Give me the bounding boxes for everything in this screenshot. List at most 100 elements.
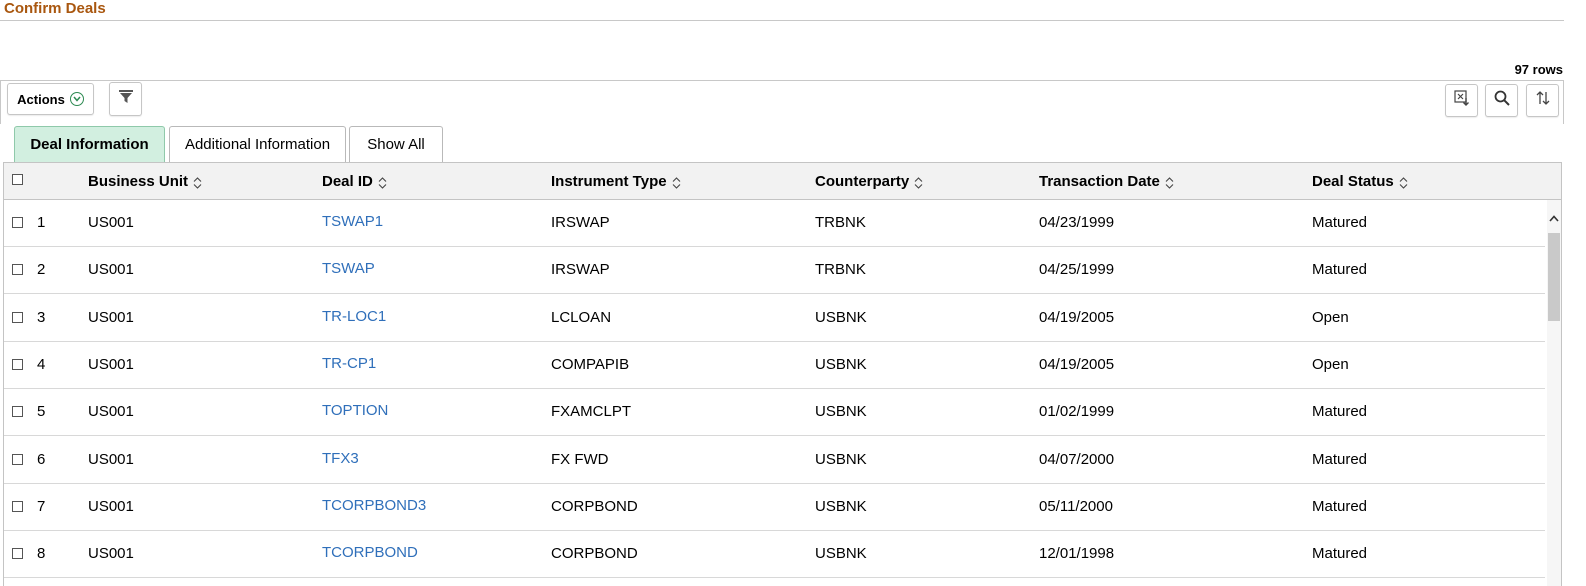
column-header-deal-id[interactable]: Deal ID <box>322 173 387 190</box>
table-row[interactable]: 1 US001 TSWAP1 IRSWAP TRBNK 04/23/1999 Matured <box>4 200 1545 247</box>
transaction-date-cell: 04/19/2005 <box>1039 309 1115 326</box>
counterparty-cell: USBNK <box>815 451 867 468</box>
deal-status-cell: Matured <box>1312 498 1368 515</box>
transaction-date-cell: 05/11/2000 <box>1039 498 1113 515</box>
row-checkbox[interactable] <box>12 406 23 417</box>
row-number: 6 <box>37 451 46 468</box>
row-number: 2 <box>37 261 46 278</box>
table-row[interactable]: 2 US001 TSWAP IRSWAP TRBNK 04/25/1999 Matured <box>4 247 1545 294</box>
column-label: Deal Status <box>1312 173 1394 190</box>
deal-id-link[interactable]: TR-CP1 <box>322 355 376 372</box>
business-unit-cell: US001 <box>88 261 134 278</box>
instrument-type-cell: LCLOAN <box>551 309 612 326</box>
filter-button[interactable] <box>109 82 142 116</box>
table-row[interactable]: 6 US001 TFX3 FX FWD USBNK 04/07/2000 Matured <box>4 437 1545 484</box>
transaction-date-cell: 12/01/1998 <box>1039 545 1115 562</box>
column-header-deal-status[interactable]: Deal Status <box>1312 173 1408 190</box>
row-checkbox[interactable] <box>12 312 23 323</box>
deal-id-link[interactable]: TCORPBOND3 <box>322 497 426 514</box>
row-number: 1 <box>37 214 46 231</box>
title-divider <box>0 20 1564 21</box>
select-all-checkbox[interactable] <box>12 174 23 185</box>
instrument-type-cell: FX FWD <box>551 451 609 468</box>
scrollbar-thumb[interactable] <box>1548 233 1560 321</box>
column-label: Counterparty <box>815 173 910 190</box>
row-checkbox[interactable] <box>12 264 23 275</box>
column-header-transaction-date[interactable]: Transaction Date <box>1039 173 1174 190</box>
deal-id-link[interactable]: TFX3 <box>322 450 359 467</box>
transaction-date-cell: 01/02/1999 <box>1039 403 1115 420</box>
deal-id-link[interactable]: TR-LOC1 <box>322 308 386 325</box>
deal-status-cell: Matured <box>1312 451 1368 468</box>
toolbar-right-border <box>1563 80 1564 124</box>
row-checkbox[interactable] <box>12 217 23 228</box>
business-unit-cell: US001 <box>88 451 134 468</box>
instrument-type-cell: FXAMCLPT <box>551 403 632 420</box>
business-unit-cell: US001 <box>88 309 134 326</box>
business-unit-cell: US001 <box>88 545 134 562</box>
counterparty-cell: USBNK <box>815 403 867 420</box>
deal-id-link[interactable]: TOPTION <box>322 402 388 419</box>
deal-id-link[interactable]: TSWAP1 <box>322 213 383 230</box>
counterparty-cell: USBNK <box>815 545 867 562</box>
row-number: 5 <box>37 403 46 420</box>
deal-id-link[interactable]: TSWAP <box>322 260 375 277</box>
tab-additional-information[interactable]: Additional Information <box>169 126 346 162</box>
sort-toggle-icon <box>1399 176 1408 189</box>
row-checkbox[interactable] <box>12 359 23 370</box>
column-header-business-unit[interactable]: Business Unit <box>88 173 202 190</box>
transaction-date-cell: 04/19/2005 <box>1039 356 1115 373</box>
table-row[interactable]: 4 US001 TR-CP1 COMPAPIB USBNK 04/19/2005 Open <box>4 342 1545 389</box>
deal-status-cell: Matured <box>1312 403 1368 420</box>
instrument-type-cell: CORPBOND <box>551 498 638 515</box>
business-unit-cell: US001 <box>88 214 134 231</box>
deal-status-cell: Matured <box>1312 261 1368 278</box>
row-checkbox[interactable] <box>12 454 23 465</box>
column-header-instrument-type[interactable]: Instrument Type <box>551 173 680 190</box>
deals-grid: Business Unit Deal ID Instrument Type Co… <box>3 162 1562 586</box>
sort-toggle-icon <box>193 176 202 189</box>
counterparty-cell: TRBNK <box>815 261 866 278</box>
column-label: Instrument Type <box>551 173 667 190</box>
table-row[interactable]: 3 US001 TR-LOC1 LCLOAN USBNK 04/19/2005 Open <box>4 295 1545 342</box>
grid-header: Business Unit Deal ID Instrument Type Co… <box>4 163 1561 200</box>
instrument-type-cell: COMPAPIB <box>551 356 630 373</box>
row-number: 4 <box>37 356 46 373</box>
scroll-up-button[interactable] <box>1547 211 1561 225</box>
tab-show-all[interactable]: Show All <box>349 126 443 162</box>
sort-toggle-icon <box>378 176 387 189</box>
counterparty-cell: USBNK <box>815 356 867 373</box>
business-unit-cell: US001 <box>88 498 134 515</box>
column-header-counterparty[interactable]: Counterparty <box>815 173 923 190</box>
deal-status-cell: Open <box>1312 356 1349 373</box>
table-row[interactable]: 8 US001 TCORPBOND CORPBOND USBNK 12/01/1998 Ma… <box>4 531 1545 578</box>
counterparty-cell: USBNK <box>815 498 867 515</box>
sort-button[interactable] <box>1526 84 1559 117</box>
table-row[interactable]: 5 US001 TOPTION FXAMCLPT USBNK 01/02/1999 Matu… <box>4 389 1545 436</box>
deal-status-cell: Open <box>1312 309 1349 326</box>
sort-toggle-icon <box>914 176 923 189</box>
actions-label: Actions <box>17 91 65 107</box>
export-excel-button[interactable] <box>1445 84 1478 117</box>
row-checkbox[interactable] <box>12 548 23 559</box>
deal-id-link[interactable]: TCORPBOND <box>322 544 418 561</box>
search-button[interactable] <box>1485 84 1518 117</box>
search-icon <box>1493 89 1511 112</box>
tab-deal-information[interactable]: Deal Information <box>14 126 165 162</box>
excel-export-icon <box>1453 89 1471 112</box>
filter-icon <box>118 89 134 109</box>
instrument-type-cell: IRSWAP <box>551 261 610 278</box>
toolbar-divider <box>0 80 1564 81</box>
sort-toggle-icon <box>672 176 680 189</box>
instrument-type-cell: IRSWAP <box>551 214 610 231</box>
row-number: 7 <box>37 498 46 515</box>
row-count: 97 rows <box>1514 62 1563 77</box>
instrument-type-cell: CORPBOND <box>551 545 638 562</box>
column-label: Business Unit <box>88 173 189 190</box>
row-checkbox[interactable] <box>12 501 23 512</box>
table-row[interactable]: 7 US001 TCORPBOND3 CORPBOND USBNK 05/11/2000 M… <box>4 484 1545 531</box>
row-number: 8 <box>37 545 46 562</box>
actions-button[interactable]: Actions <box>7 83 94 115</box>
sort-icon <box>1534 89 1552 112</box>
chevron-down-circle-icon <box>69 92 84 106</box>
